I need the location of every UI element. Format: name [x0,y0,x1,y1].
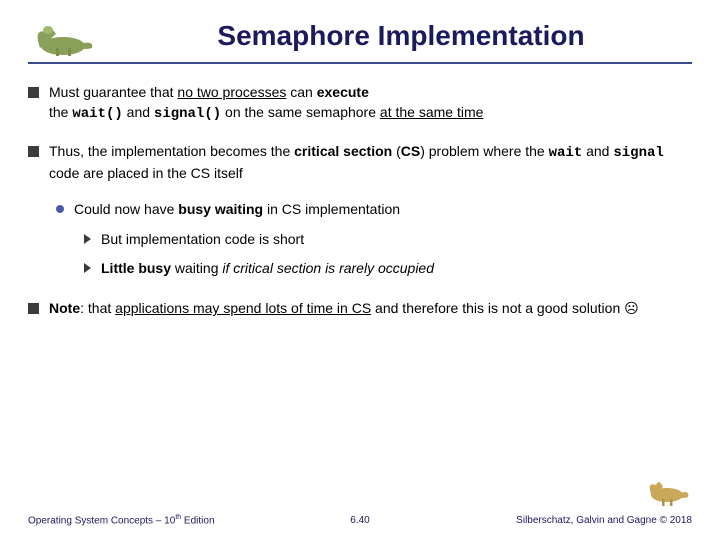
text: Thus, the implementation becomes the [49,143,294,159]
bullet-level3: But implementation code is short [84,229,692,249]
text: can [286,84,316,100]
text-bold: Little busy [101,260,171,276]
dinosaur-icon [642,473,692,508]
text-underline: no two processes [177,84,286,100]
code-text: signal [613,145,663,161]
square-bullet-icon [28,303,39,314]
triangle-bullet-icon [84,263,91,273]
copyright-symbol: © [660,515,667,526]
bullet-level1: Thus, the implementation becomes the cri… [28,141,692,184]
footer-right: Silberschatz, Galvin and Gagne © 2018 [516,515,692,526]
header: Semaphore Implementation [28,18,692,64]
text: ( [392,143,401,159]
text: ) problem where the [420,143,548,159]
slide-title: Semaphore Implementation [110,20,692,52]
text: code are placed in the CS itself [49,165,243,181]
text: and [582,143,613,159]
bullet-text: Little busy waiting if critical section … [101,258,434,278]
triangle-bullet-icon [84,234,91,244]
code-text: signal() [154,106,221,122]
text: Edition [181,515,214,526]
book-title: Operating System Concepts – 10 [28,515,175,526]
footer-left: Operating System Concepts – 10th Edition [28,514,215,526]
bullet-level3: Little busy waiting if critical section … [84,258,692,278]
square-bullet-icon [28,87,39,98]
square-bullet-icon [28,146,39,157]
text: and [123,104,154,120]
text: waiting [171,260,222,276]
bullet-text: Note: that applications may spend lots o… [49,298,639,318]
circle-bullet-icon [56,205,64,213]
text-bold: execute [317,84,369,100]
authors: Silberschatz, Galvin and Gagne [516,515,659,526]
slide: Semaphore Implementation Must guarantee … [0,0,720,540]
text-underline: applications may spend lots of time in C… [115,300,371,316]
text-underline: at the same time [380,104,484,120]
spacer [28,286,692,298]
text-bold: CS [401,143,420,159]
bullet-text: Must guarantee that no two processes can… [49,82,483,125]
page-number: 6.40 [350,515,369,526]
bullet-text: But implementation code is short [101,229,304,249]
year: 2018 [667,515,692,526]
text: and therefore this is not a good solutio… [371,300,639,316]
text: on the same semaphore [221,104,380,120]
bullet-level1: Note: that applications may spend lots o… [28,298,692,318]
dinosaur-icon [28,18,98,58]
text: : that [80,300,115,316]
text-bold: Note [49,300,80,316]
text-bold: critical section [294,143,392,159]
bullet-text: Could now have busy waiting in CS implem… [74,199,400,219]
bullet-level2: Could now have busy waiting in CS implem… [56,199,692,219]
bullet-level1: Must guarantee that no two processes can… [28,82,692,125]
text: Must guarantee that [49,84,177,100]
content-area: Must guarantee that no two processes can… [28,82,692,318]
text: Could now have [74,201,178,217]
bullet-text: Thus, the implementation becomes the cri… [49,141,692,184]
text-italic: if critical section is rarely occupied [222,260,434,276]
text: the [49,104,72,120]
code-text: wait [549,145,583,161]
code-text: wait() [72,106,122,122]
text-bold: busy waiting [178,201,263,217]
text: in CS implementation [263,201,400,217]
